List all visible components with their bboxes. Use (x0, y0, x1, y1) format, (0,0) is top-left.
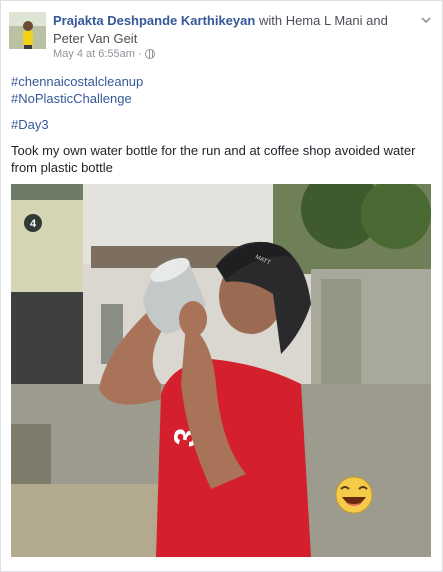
tagged-user-2[interactable]: Peter Van Geit (53, 31, 137, 46)
post-photo[interactable]: 4 3 MATT (11, 184, 431, 557)
globe-icon[interactable] (144, 49, 155, 59)
meta-separator: · (137, 48, 142, 60)
post-card: Prajakta Deshpande Karthikeyan with Hema… (0, 0, 443, 572)
author-name[interactable]: Prajakta Deshpande Karthikeyan (53, 13, 255, 28)
post-timestamp[interactable]: May 4 at 6:55am (53, 48, 135, 60)
hashtag-link[interactable]: #Day3 (11, 116, 431, 133)
post-meta: May 4 at 6:55am · (53, 48, 155, 60)
house-number: 4 (30, 218, 37, 230)
author-avatar[interactable] (9, 12, 46, 49)
tagged-user-1[interactable]: Hema L Mani (286, 13, 363, 28)
post-header-names: Prajakta Deshpande Karthikeyan with Hema… (53, 12, 403, 48)
hashtag-link[interactable]: #chennaicostalcleanup (11, 73, 431, 90)
post-caption: Took my own water bottle for the run and… (11, 143, 416, 175)
with-text: with (258, 13, 283, 28)
hashtag-link[interactable]: #NoPlasticChallenge (11, 90, 431, 107)
and-text: and (366, 13, 388, 28)
post-body: #chennaicostalcleanup #NoPlasticChalleng… (11, 73, 431, 176)
chevron-down-icon[interactable] (420, 14, 432, 26)
laughing-emoji-icon (335, 476, 373, 514)
